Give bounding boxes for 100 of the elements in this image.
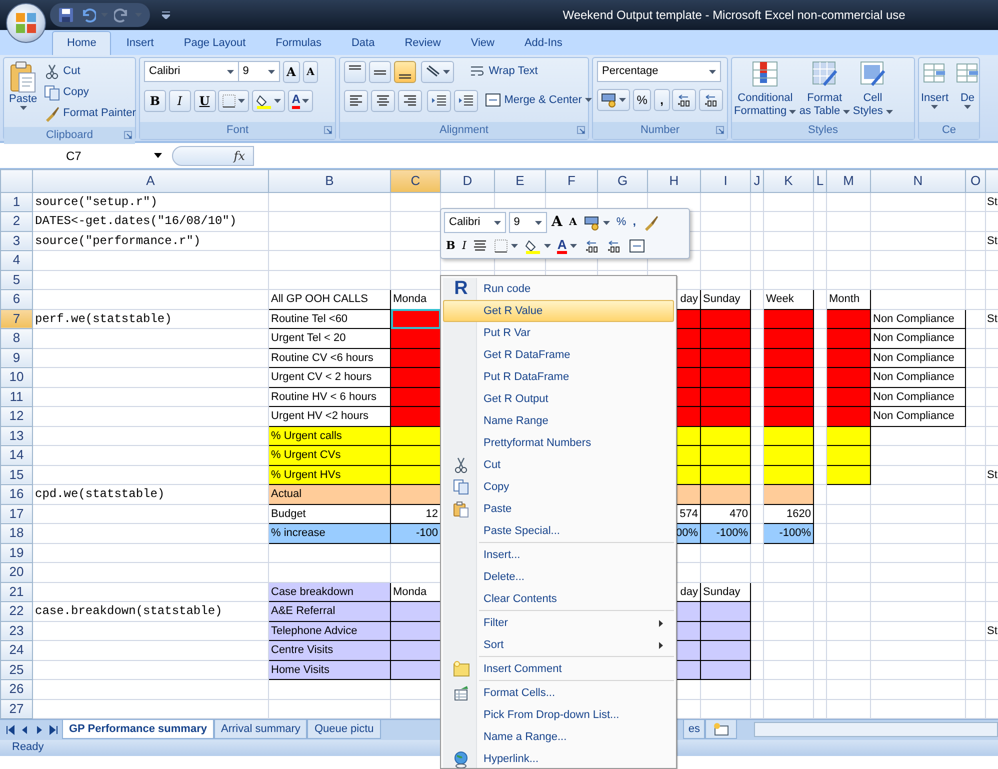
menu-item[interactable]: Insert... xyxy=(443,544,674,566)
spreadsheet-cell[interactable]: Urgent Tel < 20 xyxy=(268,328,390,348)
row-header[interactable]: 27 xyxy=(0,699,32,718)
row-header[interactable]: 25 xyxy=(0,660,32,680)
spreadsheet-cell[interactable]: Non Compliance xyxy=(870,387,966,406)
column-header[interactable]: J xyxy=(750,170,764,192)
center-button[interactable] xyxy=(370,90,395,112)
ribbon-tab[interactable]: Formulas xyxy=(260,30,336,55)
spreadsheet-cell[interactable] xyxy=(700,309,750,328)
sheet-tab[interactable]: GP Performance summary xyxy=(62,720,214,739)
spreadsheet-cell[interactable] xyxy=(390,368,440,387)
spreadsheet-cell[interactable]: Routine Tel <60 xyxy=(268,309,390,328)
font-name-field[interactable]: Calibri xyxy=(444,212,506,233)
grow-font-button[interactable]: A xyxy=(282,61,300,83)
row-header[interactable]: 24 xyxy=(0,640,32,660)
spreadsheet-cell[interactable] xyxy=(826,387,870,406)
row-header[interactable]: 6 xyxy=(0,290,32,309)
spreadsheet-cell[interactable]: -100% xyxy=(764,524,814,543)
save-icon[interactable] xyxy=(58,7,74,23)
middle-align-button[interactable] xyxy=(368,61,391,83)
menu-item[interactable]: R Run code xyxy=(443,278,674,300)
spreadsheet-cell[interactable] xyxy=(764,387,814,406)
percent-button[interactable]: % xyxy=(632,88,652,111)
spreadsheet-cell[interactable]: % Urgent CVs xyxy=(268,446,390,465)
currency-button[interactable] xyxy=(597,88,630,111)
spreadsheet-cell[interactable]: Non Compliance xyxy=(870,406,966,426)
spreadsheet-cell[interactable] xyxy=(390,328,440,348)
column-header[interactable]: H xyxy=(648,170,700,192)
spreadsheet-cell[interactable]: % Urgent HVs xyxy=(268,465,390,484)
spreadsheet-cell[interactable] xyxy=(826,328,870,348)
cells-button[interactable]: De xyxy=(954,61,982,119)
row-header[interactable]: 16 xyxy=(0,484,32,504)
formula-cell[interactable]: cpd.we(statstable) xyxy=(32,484,268,504)
ribbon-tab[interactable]: Home xyxy=(52,30,112,55)
spreadsheet-cell[interactable] xyxy=(700,426,750,446)
spreadsheet-cell[interactable] xyxy=(826,446,870,465)
bold-button[interactable]: B xyxy=(444,236,458,257)
font-size-field[interactable]: 9 xyxy=(508,212,547,233)
sheet-tab[interactable]: Arrival summary xyxy=(214,720,308,739)
column-header[interactable]: A xyxy=(32,170,268,192)
menu-item[interactable]: Get R Value xyxy=(443,300,674,322)
horizontal-scrollbar[interactable] xyxy=(754,722,998,737)
row-header[interactable]: 4 xyxy=(0,250,32,270)
spreadsheet-cell[interactable] xyxy=(700,660,750,680)
row-header[interactable]: 26 xyxy=(0,680,32,699)
ribbon-tab[interactable]: Page Layout xyxy=(168,30,261,55)
menu-item[interactable]: Sort xyxy=(443,634,674,656)
spreadsheet-cell[interactable] xyxy=(390,484,440,504)
column-header[interactable]: C xyxy=(390,170,440,192)
spreadsheet-cell[interactable] xyxy=(700,446,750,465)
menu-item[interactable]: Paste Special... xyxy=(443,520,674,542)
spreadsheet-cell[interactable] xyxy=(826,465,870,484)
spreadsheet-cell[interactable] xyxy=(764,348,814,368)
column-header[interactable]: N xyxy=(870,170,966,192)
spreadsheet-cell[interactable]: Non Compliance xyxy=(870,309,966,328)
row-header[interactable]: 15 xyxy=(0,465,32,484)
shrink-font-button[interactable]: A xyxy=(302,61,318,83)
ribbon-tab[interactable]: Add-Ins xyxy=(509,30,578,55)
spreadsheet-cell[interactable]: Routine CV <6 hours xyxy=(268,348,390,368)
wrap-text-button[interactable]: Wrap Text xyxy=(468,61,540,82)
office-button[interactable] xyxy=(6,3,46,43)
percent-button[interactable]: % xyxy=(614,212,628,233)
menu-item[interactable]: Paste xyxy=(443,498,674,520)
last-sheet-icon[interactable] xyxy=(49,724,58,734)
italic-button[interactable]: I xyxy=(460,236,468,257)
menu-item[interactable]: Pick From Drop-down List... xyxy=(443,704,674,726)
paste-button[interactable]: Paste xyxy=(8,61,38,124)
spreadsheet-cell[interactable]: Centre Visits xyxy=(268,640,390,660)
ribbon-tab[interactable]: Data xyxy=(336,30,390,55)
ribbon-tab[interactable]: Insert xyxy=(111,30,169,55)
spreadsheet-cell[interactable] xyxy=(700,328,750,348)
styles-button[interactable]: Conditional Formatting xyxy=(733,61,798,119)
spreadsheet-cell[interactable]: Non Compliance xyxy=(870,328,966,348)
spreadsheet-cell[interactable]: Urgent CV < 2 hours xyxy=(268,368,390,387)
menu-item[interactable]: Clear Contents xyxy=(443,588,674,610)
menu-item[interactable]: Get R DataFrame xyxy=(443,344,674,366)
previous-sheet-icon[interactable] xyxy=(20,724,29,734)
formula-cell[interactable]: DATES<-get.dates("16/08/10") xyxy=(32,212,268,231)
menu-item[interactable]: Put R DataFrame xyxy=(443,366,674,388)
styles-button[interactable]: Format as Table xyxy=(798,61,851,119)
spreadsheet-cell[interactable]: Telephone Advice xyxy=(268,621,390,640)
comma-button[interactable]: , xyxy=(654,88,670,111)
column-header[interactable]: K xyxy=(764,170,814,192)
spreadsheet-cell[interactable]: Non Compliance xyxy=(870,368,966,387)
sheet-tab[interactable]: es xyxy=(683,720,705,739)
spreadsheet-cell[interactable] xyxy=(390,348,440,368)
column-header[interactable]: F xyxy=(546,170,598,192)
spreadsheet-cell[interactable] xyxy=(826,406,870,426)
row-header[interactable]: 14 xyxy=(0,446,32,465)
row-header[interactable]: 20 xyxy=(0,562,32,582)
menu-item[interactable]: Name a Range... xyxy=(443,726,674,748)
dialog-launcher-icon[interactable] xyxy=(716,126,724,134)
column-header[interactable]: G xyxy=(598,170,648,192)
spreadsheet-cell[interactable] xyxy=(700,348,750,368)
spreadsheet-cell[interactable] xyxy=(764,465,814,484)
menu-item[interactable]: Copy xyxy=(443,476,674,498)
spreadsheet-cell[interactable]: Routine HV < 6 hours xyxy=(268,387,390,406)
formula-cell[interactable]: case.breakdown(statstable) xyxy=(32,602,268,621)
spreadsheet-cell[interactable]: Sunday xyxy=(700,290,750,309)
ribbon-tab[interactable]: Review xyxy=(390,30,456,55)
